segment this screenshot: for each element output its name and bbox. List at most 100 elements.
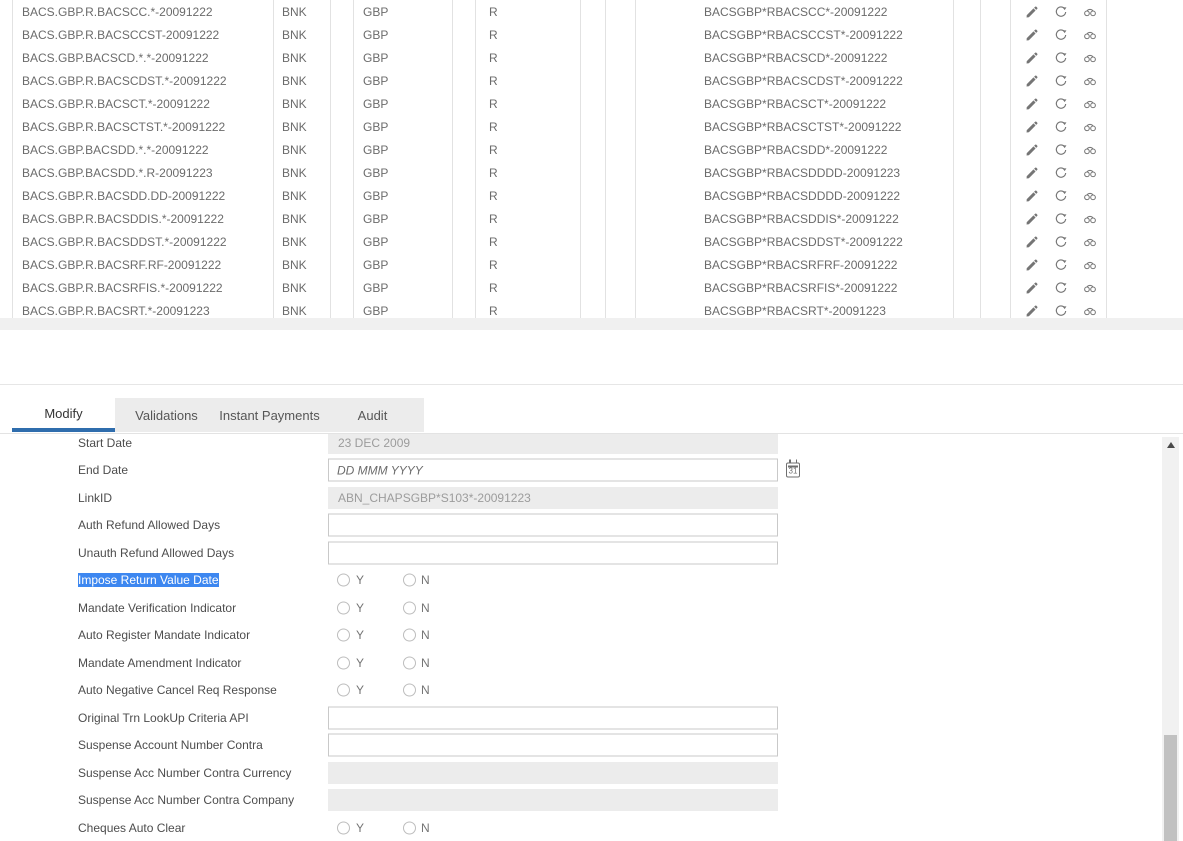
suspense-account-number-contra-input[interactable] (328, 734, 778, 757)
auto-negative-cancel-req-response-radio-n[interactable] (403, 684, 416, 697)
spacer-cell (953, 253, 980, 276)
unauth-refund-allowed-days-label: Unauth Refund Allowed Days (78, 546, 234, 560)
radio-option-label: Y (356, 683, 364, 697)
unauth-refund-allowed-days-input[interactable] (328, 541, 778, 564)
history-icon[interactable] (1053, 73, 1068, 88)
org-cell: BNK (273, 207, 330, 230)
mandate-amendment-indicator-radio-n[interactable] (403, 656, 416, 669)
history-icon[interactable] (1053, 303, 1068, 318)
binoculars-icon[interactable] (1082, 142, 1097, 157)
pencil-icon[interactable] (1024, 142, 1039, 157)
linkid-label: LinkID (78, 491, 112, 505)
spacer-cell (980, 207, 1010, 230)
pencil-icon[interactable] (1024, 96, 1039, 111)
end-date-label: End Date (78, 463, 128, 477)
spacer-cell (330, 138, 353, 161)
history-icon[interactable] (1053, 4, 1068, 19)
currency-cell: GBP (353, 46, 452, 69)
binoculars-icon[interactable] (1082, 211, 1097, 226)
binoculars-icon[interactable] (1082, 96, 1097, 111)
pencil-icon[interactable] (1024, 257, 1039, 272)
original-trn-lookup-criteria-api-input[interactable] (328, 706, 778, 729)
spacer-cell (605, 276, 635, 299)
org-cell: BNK (273, 46, 330, 69)
cheques-auto-clear-radio-y[interactable] (337, 821, 350, 834)
binoculars-icon[interactable] (1082, 73, 1097, 88)
tab-instant-payments[interactable]: Instant Payments (218, 398, 321, 432)
auto-register-mandate-indicator-radio-n[interactable] (403, 629, 416, 642)
form-row-linkid: LinkIDABN_CHAPSGBP*S103*-20091223 (0, 484, 1160, 512)
binoculars-icon[interactable] (1082, 27, 1097, 42)
binoculars-icon[interactable] (1082, 234, 1097, 249)
spacer-cell (980, 138, 1010, 161)
binoculars-icon[interactable] (1082, 119, 1097, 134)
clearing-code-cell: BACS.GBP.R.BACSCTST.*-20091222 (12, 115, 273, 138)
auto-register-mandate-indicator-radio-y[interactable] (337, 629, 350, 642)
pencil-icon[interactable] (1024, 50, 1039, 65)
clearing-code-cell: BACS.GBP.R.BACSRFIS.*-20091222 (12, 276, 273, 299)
spacer-cell (605, 69, 635, 92)
table-horizontal-scrollbar[interactable] (0, 318, 1183, 330)
history-icon[interactable] (1053, 211, 1068, 226)
radio-option-label: Y (356, 821, 364, 835)
history-icon[interactable] (1053, 119, 1068, 134)
start-date-readonly-field: 23 DEC 2009 (328, 434, 778, 454)
mandate-verification-indicator-label: Mandate Verification Indicator (78, 601, 236, 615)
tab-modify[interactable]: Modify (12, 398, 115, 432)
pencil-icon[interactable] (1024, 303, 1039, 318)
spacer-cell (980, 69, 1010, 92)
pencil-icon[interactable] (1024, 234, 1039, 249)
history-icon[interactable] (1053, 188, 1068, 203)
history-icon[interactable] (1053, 280, 1068, 295)
binoculars-icon[interactable] (1082, 257, 1097, 272)
mapped-code-cell: BACSGBP*RBACSDDST*-20091222 (635, 230, 953, 253)
history-icon[interactable] (1053, 234, 1068, 249)
history-icon[interactable] (1053, 27, 1068, 42)
history-icon[interactable] (1053, 257, 1068, 272)
status-cell: R (475, 138, 580, 161)
pencil-icon[interactable] (1024, 165, 1039, 180)
binoculars-icon[interactable] (1082, 4, 1097, 19)
auth-refund-allowed-days-input[interactable] (328, 514, 778, 537)
binoculars-icon[interactable] (1082, 165, 1097, 180)
binoculars-icon[interactable] (1082, 303, 1097, 318)
end-date-input[interactable] (328, 459, 778, 482)
scroll-up-arrow-icon[interactable] (1162, 442, 1179, 452)
impose-return-value-date-radio-y[interactable] (337, 574, 350, 587)
binoculars-icon[interactable] (1082, 280, 1097, 295)
history-icon[interactable] (1053, 96, 1068, 111)
history-icon[interactable] (1053, 165, 1068, 180)
currency-cell: GBP (353, 161, 452, 184)
suspense-acc-number-contra-currency-readonly-field (328, 762, 778, 784)
binoculars-icon[interactable] (1082, 188, 1097, 203)
pencil-icon[interactable] (1024, 280, 1039, 295)
spacer-cell (980, 161, 1010, 184)
pencil-icon[interactable] (1024, 119, 1039, 134)
mandate-amendment-indicator-radio-y[interactable] (337, 656, 350, 669)
pencil-icon[interactable] (1024, 188, 1039, 203)
scrollbar-thumb[interactable] (1164, 735, 1177, 841)
org-cell: BNK (273, 299, 330, 318)
spacer-cell (580, 299, 605, 318)
tab-validations[interactable]: Validations (115, 398, 218, 432)
mandate-verification-indicator-radio-n[interactable] (403, 601, 416, 614)
pencil-icon[interactable] (1024, 4, 1039, 19)
spacer-cell (452, 0, 475, 23)
cheques-auto-clear-radio-n[interactable] (403, 821, 416, 834)
history-icon[interactable] (1053, 142, 1068, 157)
history-icon[interactable] (1053, 50, 1068, 65)
pencil-icon[interactable] (1024, 211, 1039, 226)
calendar-icon[interactable]: 31 (786, 463, 800, 478)
pencil-icon[interactable] (1024, 73, 1039, 88)
auto-negative-cancel-req-response-radio-y[interactable] (337, 684, 350, 697)
form-row-auto-negative-cancel-req-response: Auto Negative Cancel Req ResponseYN (0, 677, 1160, 705)
spacer-cell (605, 161, 635, 184)
binoculars-icon[interactable] (1082, 50, 1097, 65)
form-vertical-scrollbar[interactable] (1162, 437, 1179, 841)
tab-audit[interactable]: Audit (321, 398, 424, 432)
spacer-cell (330, 92, 353, 115)
impose-return-value-date-radio-n[interactable] (403, 574, 416, 587)
auto-negative-cancel-req-response-label: Auto Negative Cancel Req Response (78, 683, 277, 697)
mandate-verification-indicator-radio-y[interactable] (337, 601, 350, 614)
pencil-icon[interactable] (1024, 27, 1039, 42)
